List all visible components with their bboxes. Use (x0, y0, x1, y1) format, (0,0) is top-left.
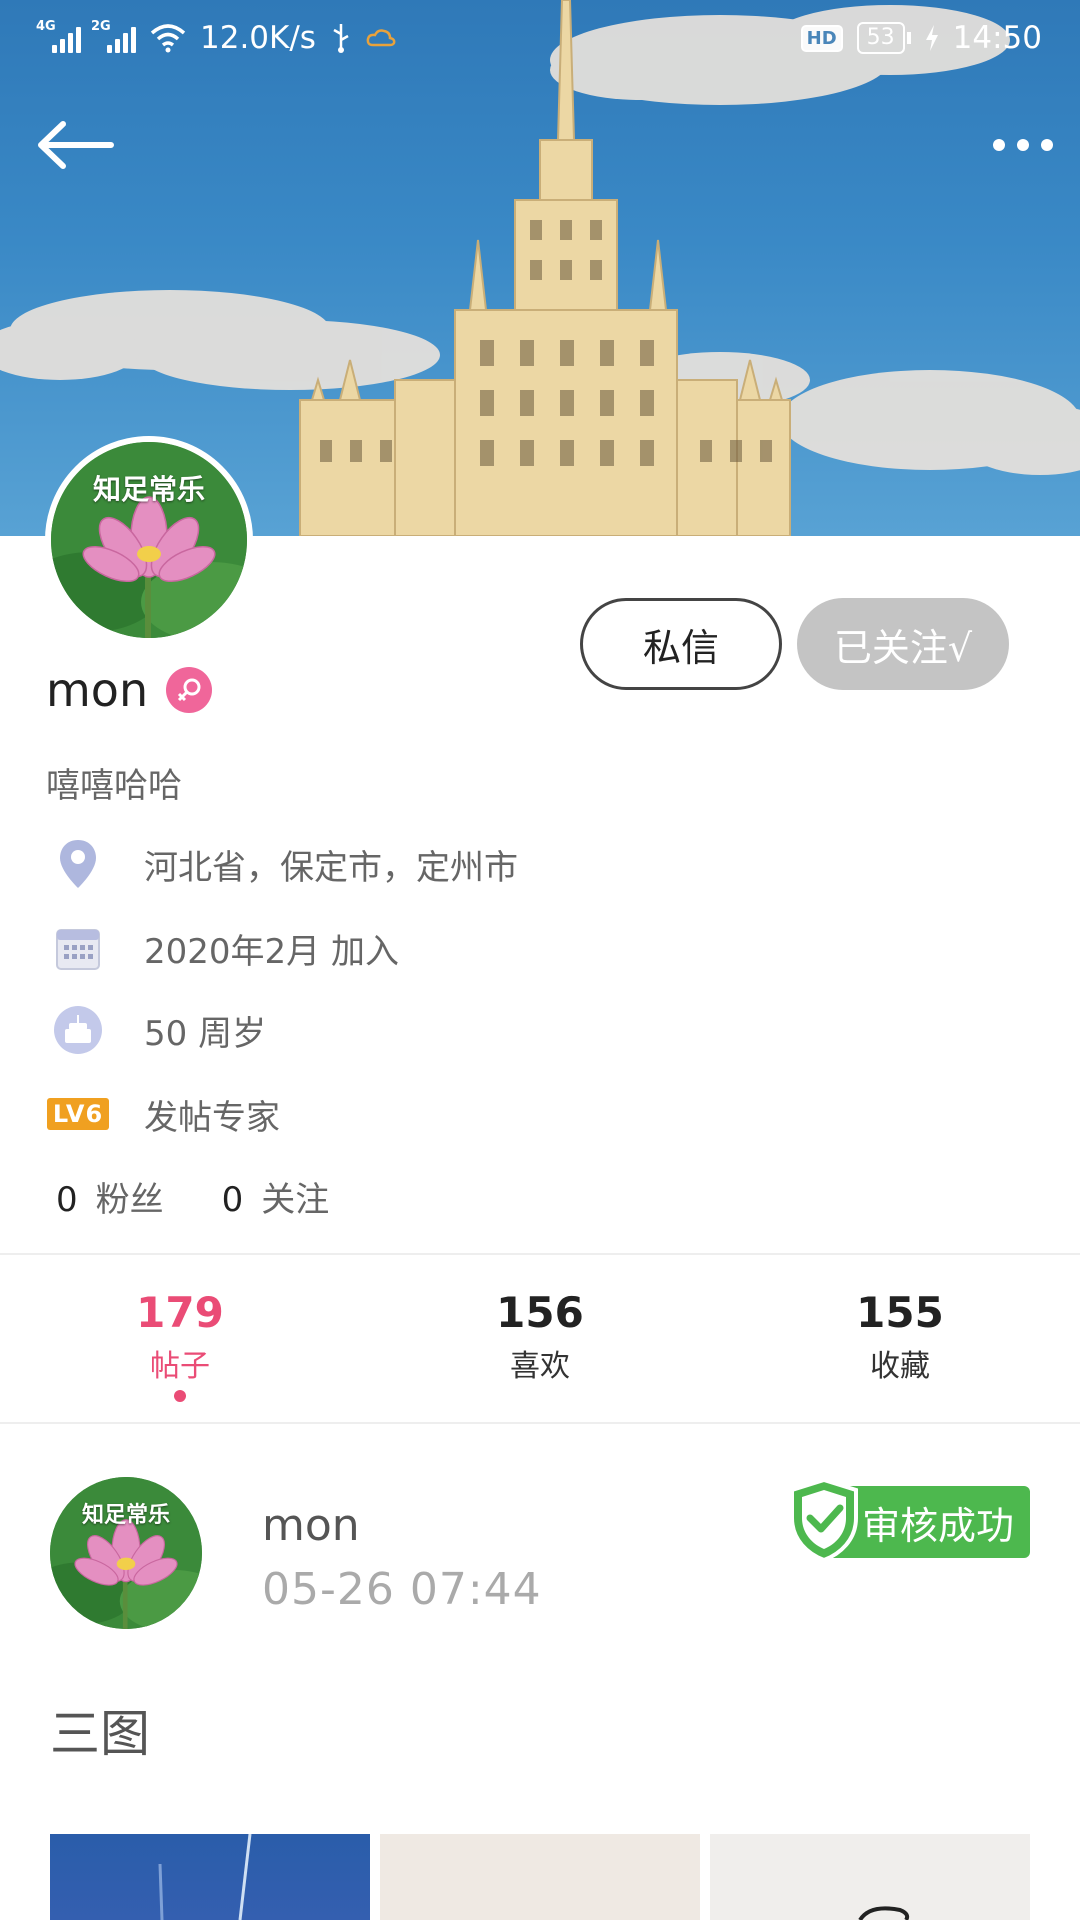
following-label: 关注 (261, 1180, 330, 1220)
followed-button[interactable]: 已关注√ (797, 598, 1009, 690)
message-button[interactable]: 私信 (580, 598, 782, 690)
avatar-caption: 知足常乐 (81, 1503, 170, 1528)
joined-text: 2020年2月 加入 (144, 931, 399, 972)
hd-badge: HD (800, 24, 843, 52)
post-author-name[interactable]: mon (262, 1500, 360, 1551)
tab-count: 156 (496, 1288, 584, 1337)
age-row: 50 周岁 (50, 1002, 266, 1058)
profile-avatar[interactable]: 知足常乐 (45, 436, 253, 644)
status-bar: 4G 2G 12.0K/s HD 53 14:50 (0, 0, 1080, 76)
username-row: mon (46, 660, 213, 720)
tab-label: 收藏 (870, 1349, 930, 1384)
age-text: 50 周岁 (144, 1013, 267, 1054)
wifi-icon (150, 24, 186, 53)
fans-count: 0 (56, 1180, 78, 1220)
shield-check-icon (790, 1478, 858, 1562)
post-author-avatar[interactable]: 知足常乐 (50, 1477, 202, 1629)
tab-count: 179 (136, 1288, 224, 1337)
tab-favorites[interactable]: 155 收藏 (720, 1256, 1080, 1424)
tab-label: 帖子 (150, 1349, 210, 1384)
female-gender-icon (166, 667, 213, 713)
back-button[interactable] (30, 110, 120, 180)
review-status-badge: 审核成功 (788, 1478, 1030, 1562)
birthday-cake-icon (50, 1002, 106, 1058)
post-image[interactable] (380, 1834, 700, 1920)
active-tab-indicator (174, 1390, 186, 1402)
divider (0, 1253, 1080, 1255)
more-button[interactable] (978, 110, 1068, 180)
location-row: 河北省，保定市，定州市 (50, 836, 518, 892)
profile-tabs: 179 帖子 156 喜欢 155 收藏 (0, 1256, 1080, 1424)
usb-icon (333, 24, 349, 53)
calendar-icon (50, 920, 106, 976)
fans-label: 粉丝 (95, 1180, 164, 1220)
post-title[interactable]: 三图 (50, 1694, 150, 1766)
arrow-left-icon (38, 121, 114, 169)
location-text: 河北省，保定市，定州市 (144, 847, 518, 888)
tab-label: 喜欢 (510, 1349, 570, 1384)
post-image[interactable] (50, 1834, 370, 1920)
tab-likes[interactable]: 156 喜欢 (360, 1256, 720, 1424)
divider (0, 1422, 1080, 1424)
cloud-icon (366, 29, 396, 47)
location-pin-icon (50, 836, 106, 892)
tab-count: 155 (856, 1288, 944, 1337)
avatar-caption: 知足常乐 (92, 473, 205, 506)
follow-stats: 0 粉丝 0 关注 (56, 1172, 329, 1221)
level-row: LV6 发帖专家 (46, 1086, 280, 1142)
following-count: 0 (221, 1180, 244, 1220)
network-speed: 12.0K/s (200, 20, 316, 56)
profile-bio: 嘻嘻哈哈 (46, 766, 182, 806)
signal-2g-icon: 2G (91, 19, 136, 53)
charging-icon (925, 25, 938, 51)
fans-stat[interactable]: 0 粉丝 (56, 1172, 164, 1221)
post-timestamp: 05-26 07:44 (262, 1564, 542, 1615)
clock: 14:50 (952, 20, 1042, 56)
more-dots-icon (993, 139, 1053, 151)
post-image[interactable] (710, 1834, 1030, 1920)
post-image-grid (50, 1834, 1030, 1920)
joined-row: 2020年2月 加入 (50, 920, 399, 976)
battery-icon: 53 (856, 22, 911, 54)
level-badge-icon: LV6 (46, 1086, 110, 1142)
level-title: 发帖专家 (144, 1097, 280, 1138)
tab-posts[interactable]: 179 帖子 (0, 1256, 360, 1424)
following-stat[interactable]: 0 关注 (222, 1172, 330, 1221)
signal-4g-icon: 4G (36, 19, 81, 53)
username: mon (46, 663, 149, 717)
